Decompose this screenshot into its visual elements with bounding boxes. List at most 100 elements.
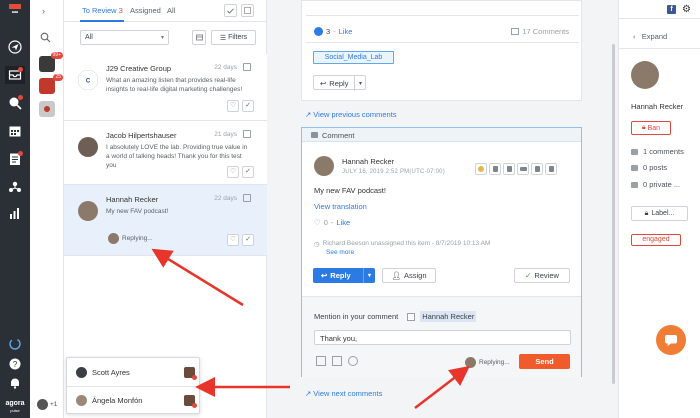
review-check-button[interactable]: ✓	[242, 100, 254, 112]
active-users-popover: Scott Ayres Ángela Monfón	[66, 357, 201, 414]
item-text: My new FAV podcast!	[106, 208, 169, 215]
avatar	[108, 233, 119, 244]
see-more-link[interactable]: See more	[326, 249, 354, 256]
mark-all-reviewed-button[interactable]	[224, 4, 237, 17]
reply-arrow-icon: ↩	[321, 271, 328, 280]
view-translation-link[interactable]: View translation	[314, 202, 367, 211]
label-button[interactable]: 🔒︎ Label...	[631, 206, 688, 221]
main-nav-rail: ••• ? agora pulse	[0, 0, 30, 418]
bookmark-icon[interactable]	[503, 163, 515, 175]
item-author: Hannah Recker	[106, 195, 159, 204]
type-filter-select[interactable]: All ▾	[80, 30, 169, 45]
gear-icon[interactable]: ⚙	[682, 4, 691, 15]
archive-button[interactable]	[241, 4, 254, 17]
review-check-button[interactable]: ✓	[242, 166, 254, 178]
help-icon[interactable]: ?	[5, 355, 25, 373]
clock-icon: ◷	[314, 241, 320, 248]
svg-text:C: C	[86, 79, 91, 85]
avatar	[37, 399, 48, 410]
search-icon[interactable]	[40, 32, 51, 45]
eye-icon[interactable]	[517, 163, 529, 175]
emoji-icon[interactable]	[348, 356, 358, 366]
app-root: ••• ? agora pulse › 99+ 25 To Review 3 A…	[0, 0, 700, 418]
account-avatar[interactable]: 25	[39, 74, 63, 94]
send-button[interactable]: Send	[519, 354, 570, 369]
chevron-down-icon: ▾	[160, 35, 164, 41]
list-item[interactable]: Jacob Hilpertshauser 21 days I absolutel…	[64, 121, 267, 185]
team-icon[interactable]	[5, 178, 25, 196]
account-avatar	[184, 366, 197, 380]
like-button[interactable]: ♡	[227, 166, 239, 178]
inbox-icon[interactable]	[5, 66, 25, 84]
add-content-icon[interactable]	[316, 356, 326, 366]
link-arrow-icon: ↗	[305, 389, 312, 398]
reply-status-icon	[243, 130, 251, 138]
image-icon[interactable]	[332, 356, 342, 366]
post-tag[interactable]: Social_Media_Lab	[313, 51, 394, 64]
tab-all[interactable]: All	[167, 6, 175, 15]
assign-button[interactable]: 👤︎ Assign	[382, 268, 436, 283]
listening-icon[interactable]	[5, 94, 25, 112]
tab-assigned[interactable]: Assigned	[130, 6, 161, 15]
sync-icon[interactable]	[5, 335, 25, 353]
filters-button[interactable]: ☰ Filters	[211, 30, 256, 45]
reply-button[interactable]: ↩ Reply ▾	[313, 268, 375, 283]
thread-scrollbar[interactable]	[612, 0, 616, 418]
expand-button[interactable]: ‹ Expand	[633, 32, 667, 41]
review-check-button[interactable]: ✓	[242, 234, 254, 246]
sentiment-icon[interactable]	[475, 163, 487, 175]
notifications-bell-icon[interactable]	[5, 374, 25, 392]
reply-input[interactable]: Thank you,	[314, 330, 571, 345]
comment-icon	[511, 28, 520, 35]
trash-icon[interactable]	[531, 163, 543, 175]
activity-log: ◷ Richard Beeson unassigned this item - 8…	[314, 240, 491, 248]
lock-icon: 🔒︎	[641, 124, 646, 131]
account-group-avatar[interactable]: 99+	[39, 52, 63, 72]
reply-composer: Mention in your comment Hannah Recker Th…	[302, 296, 581, 377]
active-user-row[interactable]: Ángela Monfón	[67, 386, 201, 414]
mention-checkbox[interactable]	[407, 312, 416, 321]
facebook-icon[interactable]: f	[667, 5, 676, 14]
tab-to-review[interactable]: To Review 3	[82, 6, 123, 15]
comment-date: JULY 16, 2019 2:52 PM(UTC-07:00)	[342, 169, 445, 175]
avatar	[76, 395, 87, 406]
list-item-selected[interactable]: Hannah Recker 22 days My new FAV podcast…	[64, 185, 267, 256]
active-user-row[interactable]: Scott Ayres	[67, 358, 201, 386]
chevron-down-icon[interactable]: ▾	[363, 268, 375, 283]
like-link[interactable]: Like	[336, 218, 350, 227]
account-avatar[interactable]	[39, 101, 55, 117]
reports-icon[interactable]	[5, 204, 25, 222]
publish-icon[interactable]	[5, 38, 25, 56]
tag-icon[interactable]	[489, 163, 501, 175]
agora-footer-logo: agora pulse	[5, 400, 25, 413]
view-next-comments-link[interactable]: ↗ View next comments	[305, 389, 382, 398]
reply-arrow-icon: ↩	[320, 79, 327, 88]
private-message-icon[interactable]	[545, 163, 557, 175]
label-tag[interactable]: engaged	[631, 234, 681, 246]
comments-count[interactable]: 17 Comments	[511, 27, 569, 36]
avatar: C	[77, 69, 99, 91]
list-item[interactable]: C J29 Creative Group 22 days What an ama…	[64, 54, 267, 121]
active-users-toggle[interactable]: +1	[37, 399, 57, 410]
reply-status-icon	[243, 194, 251, 202]
filter-icon: ☰	[219, 34, 227, 42]
private-message-icon	[631, 181, 638, 188]
calendar-icon[interactable]	[5, 122, 25, 140]
reply-split-button[interactable]: ↩ Reply ▾	[313, 75, 366, 91]
tasks-icon[interactable]	[5, 150, 25, 168]
review-button[interactable]: ✓ Review	[514, 268, 570, 283]
collapse-chevron-icon[interactable]: ›	[42, 6, 45, 16]
agora-logo[interactable]: •••	[3, 4, 27, 22]
view-previous-comments-link[interactable]: ↗ View previous comments	[305, 110, 397, 119]
check-icon: ✓	[525, 271, 532, 280]
support-chat-button[interactable]	[656, 325, 686, 355]
ban-button[interactable]: 🔒︎ Ban	[631, 121, 671, 135]
stat-private: 0 private ...	[631, 180, 680, 189]
item-author: Jacob Hilpertshauser	[106, 131, 177, 140]
sort-button[interactable]	[192, 30, 206, 45]
like-button[interactable]: ♡	[227, 100, 239, 112]
chevron-down-icon[interactable]: ▾	[354, 76, 366, 91]
like-link[interactable]: Like	[339, 27, 353, 36]
avatar	[465, 357, 476, 368]
like-button[interactable]: ♡	[227, 234, 239, 246]
